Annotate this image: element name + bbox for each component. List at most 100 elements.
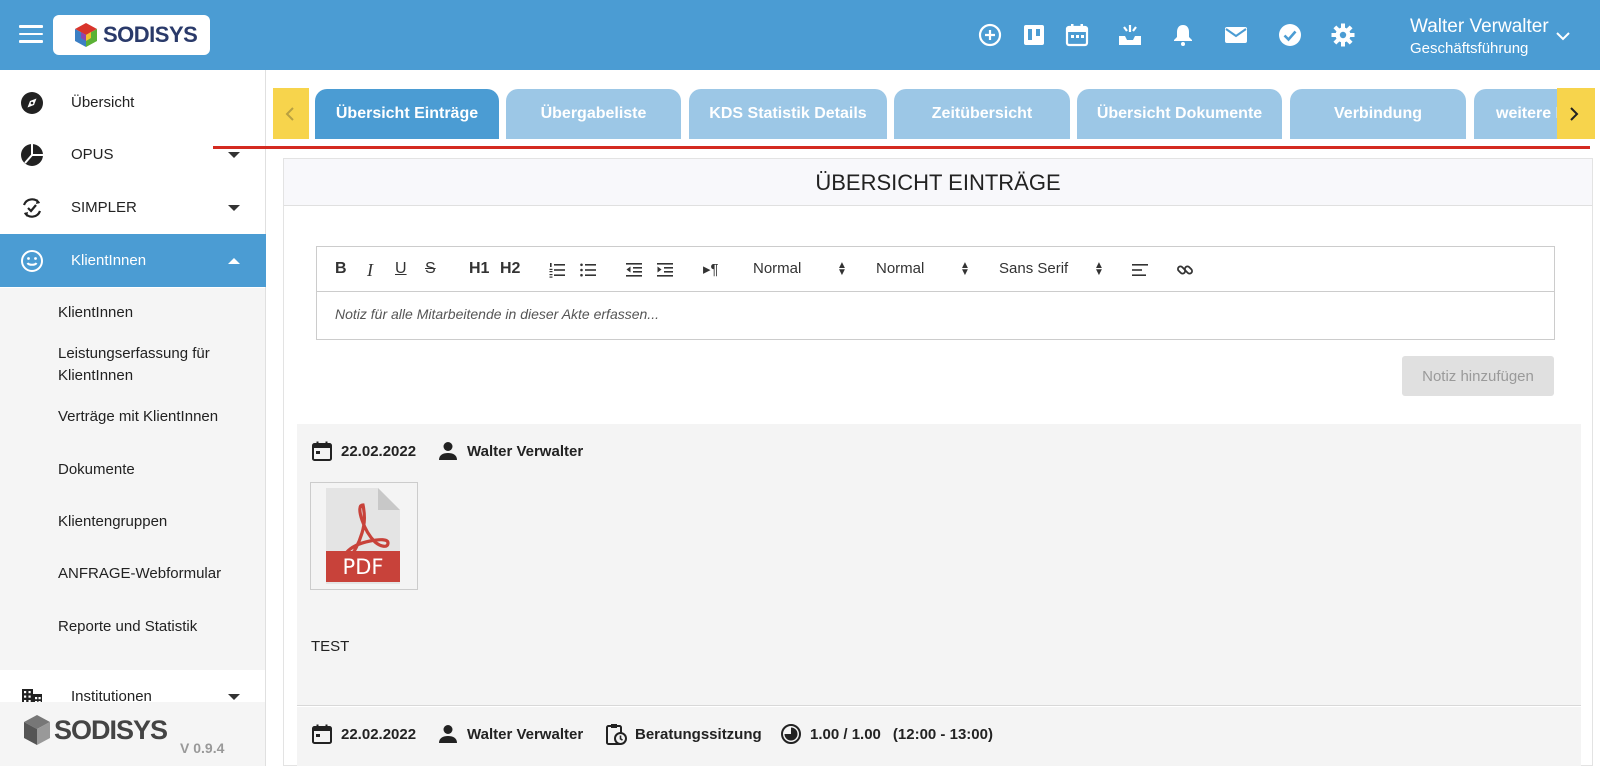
tab-kds-statistik[interactable]: KDS Statistik Details — [689, 89, 887, 139]
add-note-button[interactable]: Notiz hinzufügen — [1402, 356, 1554, 396]
text-direction-icon[interactable]: ▸¶ — [703, 260, 719, 280]
version-label: V 0.9.4 — [180, 740, 225, 756]
sync-check-icon — [22, 198, 42, 218]
tab-scroll-right-button[interactable] — [1557, 88, 1595, 139]
sidebar-item-opus[interactable]: OPUS — [0, 128, 266, 181]
link-icon[interactable] — [1176, 260, 1194, 280]
inbox-icon[interactable] — [1117, 22, 1143, 48]
tab-verbindung[interactable]: Verbindung — [1290, 89, 1466, 139]
bell-icon[interactable] — [1170, 22, 1196, 48]
entry-date-value: 22.02.2022 — [341, 442, 417, 460]
entry-text: TEST — [311, 638, 350, 655]
strike-button[interactable]: S — [425, 260, 436, 280]
sidebar: Übersicht OPUS SIMPLER KlientInnen Klien… — [0, 70, 266, 766]
sidebar-item-label: OPUS — [71, 146, 114, 163]
check-circle-icon[interactable] — [1277, 22, 1303, 48]
editor-toolbar: B I U S H1 H2 ▸¶ Normal ▲ ▼ Normal ▲ ▼ Sans … — [317, 247, 1554, 292]
user-menu[interactable]: Walter Verwalter Geschäftsführung — [1410, 16, 1600, 60]
sidebar-item-label: SIMPLER — [71, 199, 137, 216]
select-arrows-icon: ▲ ▼ — [837, 260, 847, 278]
tab-uebersicht-eintraege[interactable]: Übersicht Einträge — [315, 89, 499, 139]
font-select[interactable]: Sans Serif ▲ ▼ — [999, 260, 1104, 278]
sidebar-footer: SODISYS V 0.9.4 — [0, 702, 265, 766]
footer-logo: SODISYS — [22, 714, 168, 746]
select-arrows-icon: ▲ ▼ — [960, 260, 970, 278]
tab-uebersicht-dokumente[interactable]: Übersicht Dokumente — [1077, 89, 1282, 139]
submenu-item-anfrage-webformular[interactable]: ANFRAGE-Webformular — [58, 563, 253, 585]
calendar-icon — [312, 441, 332, 461]
user-role: Geschäftsführung — [1410, 40, 1529, 57]
bold-button[interactable]: B — [335, 260, 347, 280]
size-select-value: Normal — [753, 260, 802, 277]
gear-icon[interactable] — [1330, 22, 1356, 48]
pie-chart-icon — [21, 144, 43, 166]
tab-weitere[interactable]: weitere Infos — [1474, 89, 1558, 139]
chevron-down-icon — [1556, 32, 1570, 41]
entry-type-value: Beratungssitzung — [635, 725, 762, 743]
entry-date-value: 22.02.2022 — [341, 725, 417, 743]
entry-duration-value: 1.00 / 1.00 — [810, 725, 881, 743]
chevron-right-icon — [1570, 107, 1579, 121]
tab-underline — [213, 146, 1590, 149]
top-bar: SODISYS Walter Verwalter Geschäftsführun… — [0, 0, 1600, 70]
sidebar-item-klientinnen[interactable]: KlientInnen — [0, 234, 266, 287]
caret-down-icon — [228, 694, 240, 700]
sidebar-submenu: KlientInnen Leistungserfassung für Klien… — [0, 288, 265, 670]
submenu-item-dokumente[interactable]: Dokumente — [58, 459, 253, 481]
pdf-attachment[interactable]: PDF — [310, 482, 418, 590]
size-select[interactable]: Normal ▲ ▼ — [753, 260, 847, 278]
heading-select-value: Normal — [876, 260, 925, 277]
submenu-item-vertraege[interactable]: Verträge mit KlientInnen — [58, 406, 253, 428]
submenu-item-klientengruppen[interactable]: Klientengruppen — [58, 511, 253, 533]
caret-up-icon — [228, 258, 240, 264]
entry-author-value: Walter Verwalter — [467, 442, 584, 460]
board-icon[interactable] — [1021, 22, 1047, 48]
calendar-icon — [312, 724, 332, 744]
person-icon — [439, 725, 457, 743]
ordered-list-icon[interactable] — [548, 260, 566, 280]
submenu-item-klientinnen[interactable]: KlientInnen — [58, 302, 253, 324]
person-icon — [439, 442, 457, 460]
sidebar-item-label: Übersicht — [71, 94, 135, 111]
sidebar-item-uebersicht[interactable]: Übersicht — [0, 76, 266, 129]
footer-logo-text: SODISYS — [54, 714, 168, 745]
entry-item: 22.02.2022 Walter Verwalter Beratungssit… — [297, 707, 1581, 766]
select-arrows-icon: ▲ ▼ — [1094, 260, 1104, 278]
tab-uebergabeliste[interactable]: Übergabeliste — [506, 89, 681, 139]
underline-button[interactable]: U — [395, 260, 407, 280]
align-left-icon[interactable] — [1131, 260, 1149, 280]
timelapse-icon — [781, 724, 801, 744]
entry-author: Walter Verwalter — [437, 440, 583, 462]
entry-author: Walter Verwalter — [437, 723, 583, 745]
caret-down-icon — [228, 152, 240, 158]
pdf-file-icon: PDF — [326, 488, 400, 584]
tab-scroll-left-button[interactable] — [273, 88, 309, 139]
compass-icon — [21, 92, 43, 114]
entry-author-value: Walter Verwalter — [467, 725, 584, 743]
submenu-item-leistungserfassung[interactable]: Leistungserfassung für KlientInnen — [58, 343, 253, 387]
caret-down-icon — [228, 205, 240, 211]
mail-icon[interactable] — [1223, 22, 1249, 48]
entry-duration: 1.00 / 1.00 (12:00 - 13:00) — [780, 723, 993, 745]
italic-button[interactable]: I — [367, 260, 373, 280]
tab-bar: Übersicht Einträge Übergabeliste KDS Sta… — [315, 89, 1558, 139]
add-circle-icon[interactable] — [977, 22, 1003, 48]
heading-select[interactable]: Normal ▲ ▼ — [876, 260, 970, 278]
header2-button[interactable]: H2 — [500, 260, 520, 280]
tab-zeituebersicht[interactable]: Zeitübersicht — [894, 89, 1070, 139]
main-panel: ÜBERSICHT EINTRÄGE B I U S H1 H2 ▸¶ Norm… — [283, 158, 1593, 766]
submenu-item-reporte[interactable]: Reporte und Statistik — [58, 616, 253, 638]
font-select-value: Sans Serif — [999, 260, 1069, 277]
entry-item: 22.02.2022 Walter Verwalter PDF TEST — [297, 424, 1581, 706]
outdent-icon[interactable] — [625, 260, 643, 280]
pdf-label: PDF — [343, 555, 384, 579]
sidebar-item-simpler[interactable]: SIMPLER — [0, 181, 266, 234]
note-input[interactable]: Notiz für alle Mitarbeitende in dieser A… — [335, 306, 1535, 322]
header1-button[interactable]: H1 — [469, 260, 489, 280]
chevron-left-icon — [285, 107, 294, 121]
user-name: Walter Verwalter — [1410, 16, 1549, 37]
calendar-icon[interactable] — [1064, 22, 1090, 48]
logo-cube-icon — [24, 715, 50, 745]
bullet-list-icon[interactable] — [579, 260, 597, 280]
indent-icon[interactable] — [656, 260, 674, 280]
